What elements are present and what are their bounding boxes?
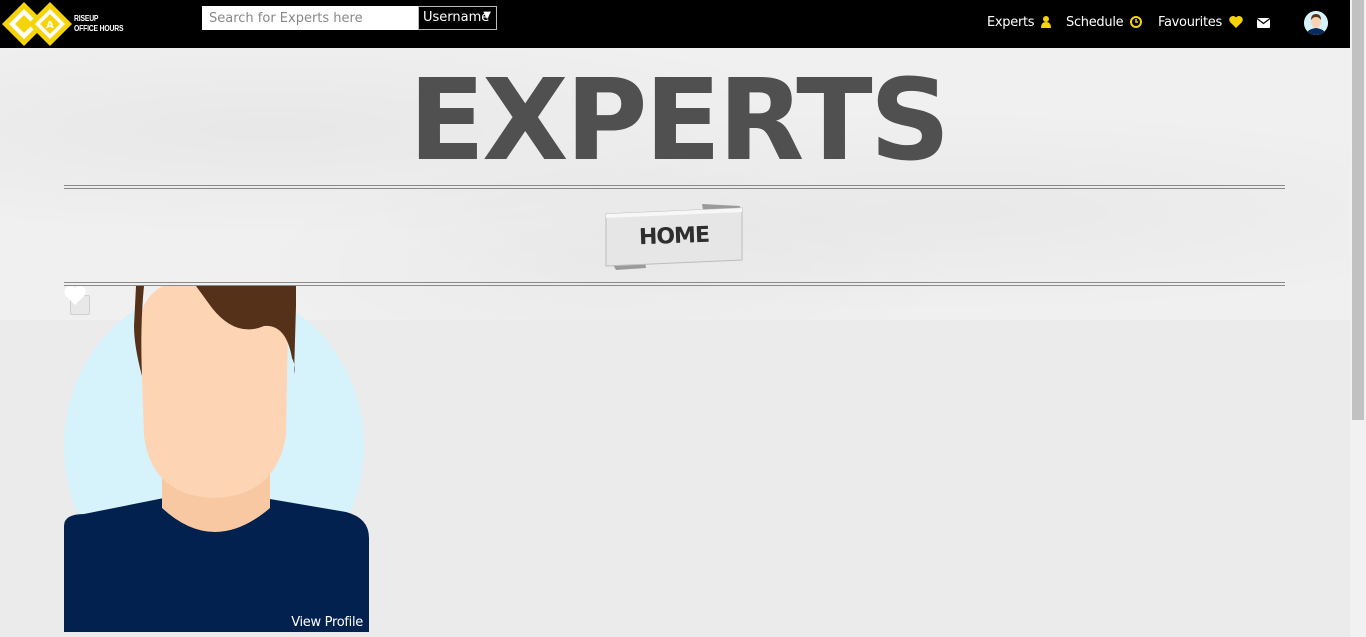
top-navbar: A RISEUP OFFICE HOURS Username ▼ Experts… xyxy=(0,0,1350,48)
riseup-logo[interactable]: A RISEUP OFFICE HOURS xyxy=(2,2,132,46)
nav-favourites[interactable]: Favourites xyxy=(1158,15,1243,30)
heart-icon xyxy=(1229,16,1243,28)
expert-card[interactable]: View Profile xyxy=(64,286,369,632)
home-ribbon[interactable]: HOME xyxy=(604,204,744,270)
nav-experts-label: Experts xyxy=(987,15,1035,30)
clock-icon xyxy=(1130,16,1143,28)
avatar-person-icon xyxy=(1304,11,1328,35)
heart-icon[interactable] xyxy=(64,286,86,305)
page-header-banner: EXPERTS HOME xyxy=(0,48,1350,320)
svg-text:A: A xyxy=(46,20,54,31)
nav-experts[interactable]: Experts xyxy=(987,15,1052,30)
header-divider-top xyxy=(64,185,1285,189)
nav-messages[interactable] xyxy=(1256,17,1271,32)
search-filter-value: Username xyxy=(423,10,490,25)
page-title: EXPERTS xyxy=(408,56,951,186)
logo-diamonds-icon: A xyxy=(2,2,72,46)
nav-schedule-label: Schedule xyxy=(1066,15,1124,30)
caret-down-icon: ▼ xyxy=(483,10,491,21)
home-link[interactable]: HOME xyxy=(604,222,745,252)
envelope-icon xyxy=(1256,18,1271,28)
expert-photo-placeholder xyxy=(64,286,369,632)
nav-schedule[interactable]: Schedule xyxy=(1066,15,1143,30)
user-icon xyxy=(1041,16,1052,28)
user-avatar[interactable] xyxy=(1304,11,1328,35)
logo-text: RISEUP OFFICE HOURS xyxy=(74,14,124,33)
view-profile-link[interactable]: View Profile xyxy=(291,615,363,630)
scrollbar-thumb[interactable] xyxy=(1352,0,1364,420)
search-input[interactable] xyxy=(202,6,418,30)
search-filter-select[interactable]: Username ▼ xyxy=(418,6,497,30)
nav-favourites-label: Favourites xyxy=(1158,15,1222,30)
page-scrollbar[interactable] xyxy=(1350,0,1366,637)
